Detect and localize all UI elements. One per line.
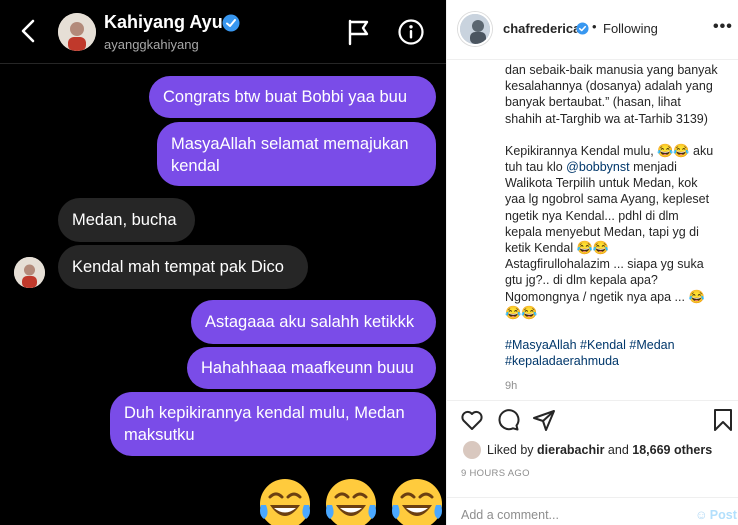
separator-dot: • [592,19,597,34]
bookmark-icon[interactable] [711,408,735,432]
author-username[interactable]: chafrederica [503,21,580,36]
caption-line: dan sebaik-baik manusia yang banyak [505,63,718,77]
liked-by-prefix: Liked by [487,443,534,457]
post-caption: dan sebaik-baik manusia yang banyak kesa… [505,62,729,385]
caption-line: shahih at-Targhib wa at-Tarhib 3139) [505,111,708,126]
action-bar [447,400,738,440]
verified-badge-icon [576,22,589,35]
dm-contact-name: Kahiyang Ayu [104,12,223,32]
liked-by-suffix: and [607,443,629,457]
post-panel: chafrederica • Following ••• dan sebaik-… [446,0,738,525]
laughing-tears-emoji-icon [326,479,376,525]
message-bubble-outgoing[interactable]: Duh kepikirannya kendal mulu, Medan maks… [110,392,436,456]
message-text: Duh kepikirannya kendal mulu, Medan maks… [124,404,405,444]
caption-line: kepala menyebut Medan, tapi yg di [505,224,699,239]
caption-line: Ngomongnya / ngetik nya apa ... [505,289,685,304]
message-text: Hahahhaaa maafkeunn buuu [201,359,414,377]
message-bubble-incoming[interactable]: Medan, bucha [58,198,195,242]
mention-link[interactable]: @bobbynst [566,160,629,174]
smile-icon: ☺ [695,508,708,522]
caption-line: kesalahannya (dosanya) adalah yang [505,79,713,94]
caption-line: yaa lg ngobrol sama Ayang, kepleset [505,192,710,207]
laughing-tears-emoji-icon [260,479,310,525]
comment-input[interactable]: Add a comment... [461,508,559,522]
laughing-emoji-icon: 😂😂 [657,142,690,158]
laughing-emoji-icon: 😂 [688,288,705,304]
message-text: Congrats btw buat Bobbi yaa buu [163,88,407,106]
likes-count[interactable]: 18,669 others [632,443,712,457]
info-icon[interactable] [398,19,424,45]
caption-text: aku [693,143,714,158]
message-bubble-outgoing[interactable]: Congrats btw buat Bobbi yaa buu [149,76,436,118]
message-text: Astagaaa aku salahh ketikkk [205,313,415,331]
caption-timestamp: 9h [505,380,518,392]
liked-by-user[interactable]: dierabachir [537,443,604,457]
laughing-emoji-icon: 😂😂 [576,240,609,256]
laughing-tears-emoji-icon [392,479,442,525]
message-bubble-incoming[interactable]: Kendal mah tempat pak Dico [58,245,308,289]
likes-summary: Liked by dierabachir and 18,669 others [487,443,712,457]
caption-line: ketik Kendal [505,241,574,256]
post-header: chafrederica • Following ••• [447,0,738,60]
sender-avatar [14,257,45,288]
dm-screenshot: Kahiyang Ayu ayanggkahiyang Congrats btw… [0,0,446,525]
caption-text: tuh tau klo [505,160,563,175]
message-text: Kendal mah tempat pak Dico [72,258,284,276]
heart-icon[interactable] [460,408,484,432]
liker-avatar[interactable] [463,441,481,459]
author-avatar[interactable] [458,12,492,46]
comment-icon[interactable] [496,408,520,432]
message-bubble-outgoing[interactable]: Astagaaa aku salahh ketikkk [191,300,436,344]
hashtag-links[interactable]: #kepaladaerahmuda [505,354,619,368]
message-text: Medan, bucha [72,211,177,229]
caption-line: Astagfirullohalazim ... siapa yg suka [505,257,704,272]
caption-text: Kepikirannya Kendal mulu, [505,143,654,158]
post-timestamp: 9 HOURS AGO [461,468,530,479]
following-button[interactable]: Following [603,21,658,36]
caption-line: Walikota Terpilih untuk Medan, kok [505,176,698,191]
post-comment-label: Post [709,508,737,522]
message-bubble-outgoing[interactable]: MasyaAllah selamat memajukan kendal [157,122,436,186]
dm-contact-handle: ayanggkahiyang [104,37,199,52]
more-options-icon[interactable]: ••• [713,18,733,36]
back-arrow-icon[interactable] [16,18,42,44]
post-comment-button[interactable]: ☺ Post [695,508,737,522]
share-icon[interactable] [532,408,556,432]
caption-line: ngetik nya Kendal... pdhl di dlm [505,208,679,223]
message-bubble-outgoing[interactable]: Hahahhaaa maafkeunn buuu [187,347,436,389]
laughing-emoji-icon: 😂😂 [505,304,538,320]
caption-line: gtu jg?.. di dlm kepala apa? [505,273,658,288]
caption-text: menjadi [633,160,677,175]
caption-line: banyak bertaubat.” (hasan, lihat [505,95,681,110]
message-text: MasyaAllah selamat memajukan kendal [171,135,409,175]
verified-badge-icon [222,14,240,32]
emoji-reaction-row [256,475,446,525]
flag-icon[interactable] [346,18,372,46]
dm-header: Kahiyang Ayu ayanggkahiyang [0,0,446,64]
dm-avatar[interactable] [58,13,96,51]
hashtag-links[interactable]: #MasyaAllah #Kendal #Medan [505,338,675,352]
